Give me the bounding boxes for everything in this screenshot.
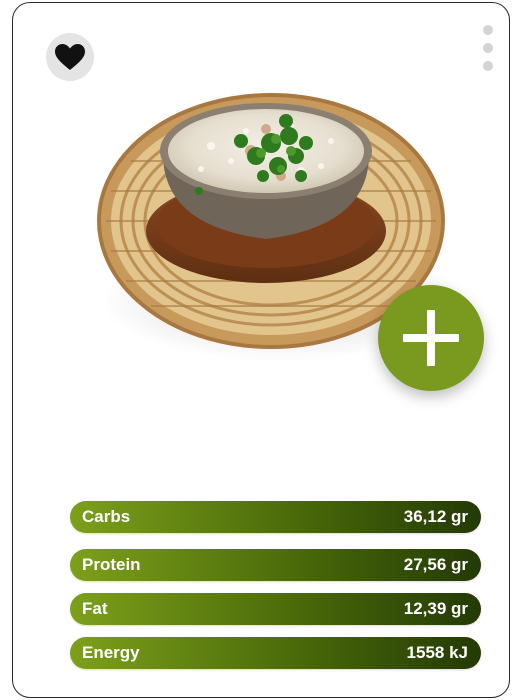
nutrition-row-fat: Fat 12,39 gr [70,593,481,625]
nutrition-label: Carbs [82,507,131,526]
favorite-button[interactable] [46,33,94,81]
nutrition-row-protein: Protein 27,56 gr [70,549,481,581]
heart-icon [55,44,85,70]
nutrition-row-carbs: Carbs 36,12 gr [70,501,481,533]
plus-icon [403,310,459,366]
food-card: Carbs 36,12 gr Protein 27,56 gr Fat 12,3… [12,2,510,698]
nutrition-label: Fat [82,599,108,618]
nutrition-value: 1558 kJ [406,643,468,662]
nutrition-label: Protein [82,555,141,574]
menu-dot [483,43,493,53]
nutrition-value: 27,56 gr [403,555,468,574]
nutrition-row-energy: Energy 1558 kJ [70,637,481,669]
menu-dot [483,25,493,35]
nutrition-value: 36,12 gr [403,507,468,526]
nutrition-value: 12,39 gr [403,599,468,618]
menu-dot [483,61,493,71]
more-options-button[interactable] [481,25,495,71]
nutrition-label: Energy [82,643,140,662]
add-button[interactable] [378,285,484,391]
